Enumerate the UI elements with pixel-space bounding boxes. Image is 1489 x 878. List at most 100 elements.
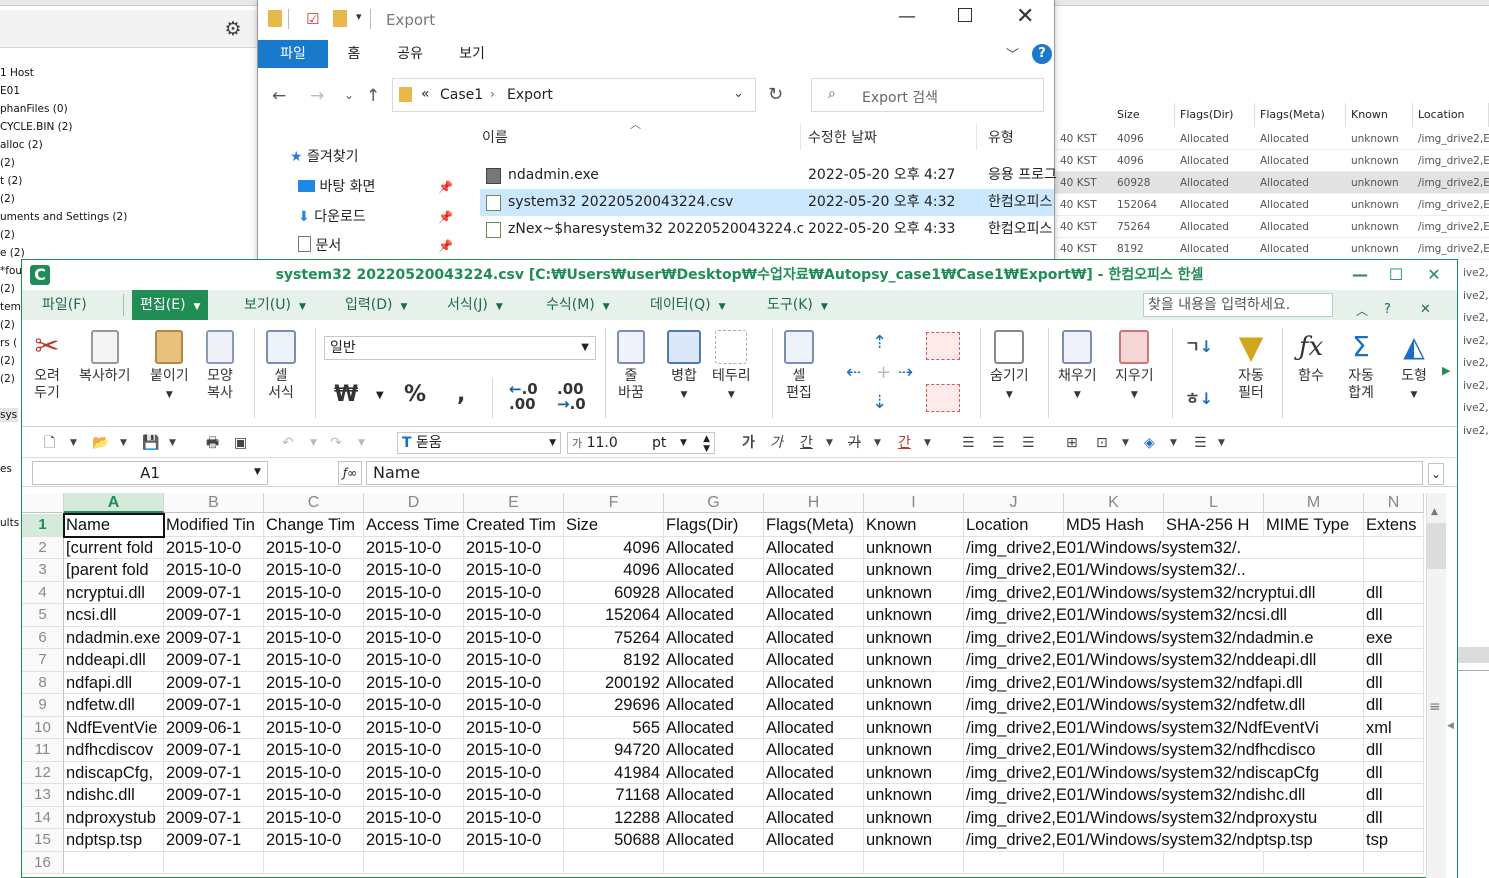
grid-cell[interactable]: 2015-10-0 — [164, 536, 264, 559]
tree-item[interactable]: rs ( — [0, 336, 17, 350]
grid-cell[interactable]: exe — [1364, 626, 1424, 649]
grid-cell[interactable]: Extens — [1364, 514, 1424, 537]
row-header[interactable]: 2 — [22, 536, 64, 559]
grid-cell[interactable]: Allocated — [764, 784, 864, 807]
grid-cell[interactable]: /img_drive2,E01/Windows/system32/ndproxy… — [964, 806, 1364, 829]
grid-cell[interactable]: Allocated — [664, 559, 764, 582]
grid-cell[interactable]: 2009-07-1 — [164, 829, 264, 852]
function-button[interactable]: ƒx 함수 — [1294, 330, 1328, 385]
nav-downloads[interactable]: ⬇ 다운로드 📌 — [298, 202, 453, 232]
grid-cell[interactable]: /img_drive2,E01/Windows/system32/ndiscap… — [964, 761, 1364, 784]
grid-cell[interactable]: Access Time — [364, 514, 464, 537]
grid-cell[interactable] — [464, 851, 564, 874]
scroll-thumb[interactable] — [1427, 523, 1446, 569]
row-header[interactable]: 14 — [22, 806, 64, 829]
grid-cell[interactable]: /img_drive2,E01/Windows/system32/ndptsp.… — [964, 829, 1364, 852]
grid-cell[interactable]: Allocated — [664, 581, 764, 604]
grid-cell[interactable]: /img_drive2,E01/Windows/system32/NdfEven… — [964, 716, 1364, 739]
grid-cell[interactable]: dll — [1364, 649, 1424, 672]
grid-cell[interactable]: Allocated — [764, 716, 864, 739]
line-spacing-icon[interactable]: ☰ — [1194, 432, 1207, 454]
select-all-corner[interactable] — [22, 493, 64, 513]
grid-cell[interactable]: 2015-10-0 — [164, 559, 264, 582]
align-left-icon[interactable]: ☰ — [962, 432, 975, 454]
grid-cell[interactable]: 2015-10-0 — [464, 649, 564, 672]
chevron-down-icon[interactable]: ▼ — [70, 432, 77, 454]
up-icon[interactable]: ↑ — [366, 86, 380, 106]
grid-cell[interactable]: unknown — [864, 536, 964, 559]
menu-data[interactable]: 데이터(Q) ▼ — [650, 290, 726, 320]
grid-cell[interactable]: 2009-07-1 — [164, 581, 264, 604]
tree-item[interactable]: sys — [0, 408, 18, 422]
grid-cell[interactable]: dll — [1364, 581, 1424, 604]
tab-file[interactable]: 파일 — [258, 40, 328, 68]
row-header[interactable]: 13 — [22, 784, 64, 807]
grid-cell[interactable]: dll — [1364, 604, 1424, 627]
grid-cell[interactable]: unknown — [864, 739, 964, 762]
grid-cell[interactable]: Allocated — [664, 649, 764, 672]
font-select[interactable]: T 돋움 ▼ — [397, 432, 561, 454]
chevron-down-icon[interactable]: ▼ — [169, 432, 176, 454]
chevron-down-icon[interactable]: ▼ — [376, 390, 384, 401]
menu-tools[interactable]: 도구(K) ▼ — [767, 290, 828, 320]
find-input[interactable]: 찾을 내용을 입력하세요. — [1143, 293, 1333, 317]
grid-cell[interactable] — [1064, 851, 1164, 874]
grid-cell[interactable]: 2015-10-0 — [364, 784, 464, 807]
column-header[interactable]: E — [464, 493, 564, 513]
grid-cell[interactable]: ndfetw.dll — [64, 694, 164, 717]
grid-cell[interactable]: Known — [864, 514, 964, 537]
grid-cell[interactable]: Created Tim — [464, 514, 564, 537]
grid-cell[interactable]: 2015-10-0 — [264, 559, 364, 582]
row-header[interactable]: 6 — [22, 626, 64, 649]
address-bar[interactable]: « Case1 › Export ⌄ — [392, 78, 756, 112]
grid-cell[interactable]: Allocated — [764, 671, 864, 694]
grid-cell[interactable]: 2015-10-0 — [264, 694, 364, 717]
decrease-decimal-button[interactable]: .00 →.0 — [557, 382, 586, 412]
grid-cell[interactable]: [parent fold — [64, 559, 164, 582]
grid-cell[interactable]: unknown — [864, 806, 964, 829]
grid-cell[interactable]: 2015-10-0 — [364, 671, 464, 694]
tab-view[interactable]: 보기 — [450, 40, 494, 68]
grid-cell[interactable]: tsp — [1364, 829, 1424, 852]
chevron-down-icon[interactable]: ▼ — [358, 432, 365, 454]
grid-cell[interactable] — [1364, 536, 1424, 559]
border-button[interactable]: 테두리 ▼ — [712, 330, 751, 404]
grid-cell[interactable]: ndproxystub — [64, 806, 164, 829]
underline-button[interactable]: 간 — [800, 432, 813, 454]
chevron-down-icon[interactable]: ▼ — [310, 432, 317, 454]
grid-cell[interactable]: Allocated — [664, 761, 764, 784]
grid-cell[interactable]: ncsi.dll — [64, 604, 164, 627]
fill-button[interactable]: 채우기 ▼ — [1058, 330, 1097, 404]
grid-cell[interactable]: unknown — [864, 761, 964, 784]
grid-cell[interactable]: 2015-10-0 — [464, 829, 564, 852]
breadcrumb-overflow[interactable]: « — [421, 86, 430, 102]
back-icon[interactable]: ← — [272, 86, 286, 106]
grid-cell[interactable]: Allocated — [664, 671, 764, 694]
grid-cell[interactable]: /img_drive2,E01/Windows/system32/nddeapi… — [964, 649, 1364, 672]
menu-view[interactable]: 보기(U) ▼ — [244, 290, 306, 320]
new-folder-icon[interactable] — [333, 10, 347, 27]
row-header[interactable]: 16 — [22, 851, 64, 874]
row-header[interactable]: 7 — [22, 649, 64, 672]
grid-cell[interactable]: 2015-10-0 — [464, 784, 564, 807]
search-box[interactable]: ⌕ Export 검색 — [811, 78, 1044, 112]
grid-cell[interactable]: 2009-07-1 — [164, 626, 264, 649]
row-header[interactable]: 3 — [22, 559, 64, 582]
chevron-down-icon[interactable]: ▼ — [826, 432, 833, 454]
scroll-up-icon[interactable]: ▲ — [1431, 507, 1438, 517]
column-header[interactable]: B — [164, 493, 264, 513]
grid-cell[interactable]: Modified Tin — [164, 514, 264, 537]
menu-format[interactable]: 서식(J) ▼ — [447, 290, 503, 320]
row-header[interactable]: 8 — [22, 671, 64, 694]
formula-input[interactable]: Name — [366, 461, 1423, 485]
grid-cell[interactable]: 2015-10-0 — [464, 581, 564, 604]
tree-item[interactable]: alloc (2) — [0, 138, 43, 152]
minimize-icon[interactable]: — — [898, 6, 916, 27]
recent-locations-icon[interactable]: ⌄ — [344, 88, 354, 102]
row-header[interactable]: 4 — [22, 581, 64, 604]
tree-item[interactable]: (2) — [0, 318, 15, 332]
grid-cell[interactable]: ndfhcdiscov — [64, 739, 164, 762]
tree-item[interactable]: (2) — [0, 156, 15, 170]
grid-cell[interactable]: MD5 Hash — [1064, 514, 1164, 537]
cell-edit-button[interactable]: 셀 편집 — [784, 330, 814, 402]
